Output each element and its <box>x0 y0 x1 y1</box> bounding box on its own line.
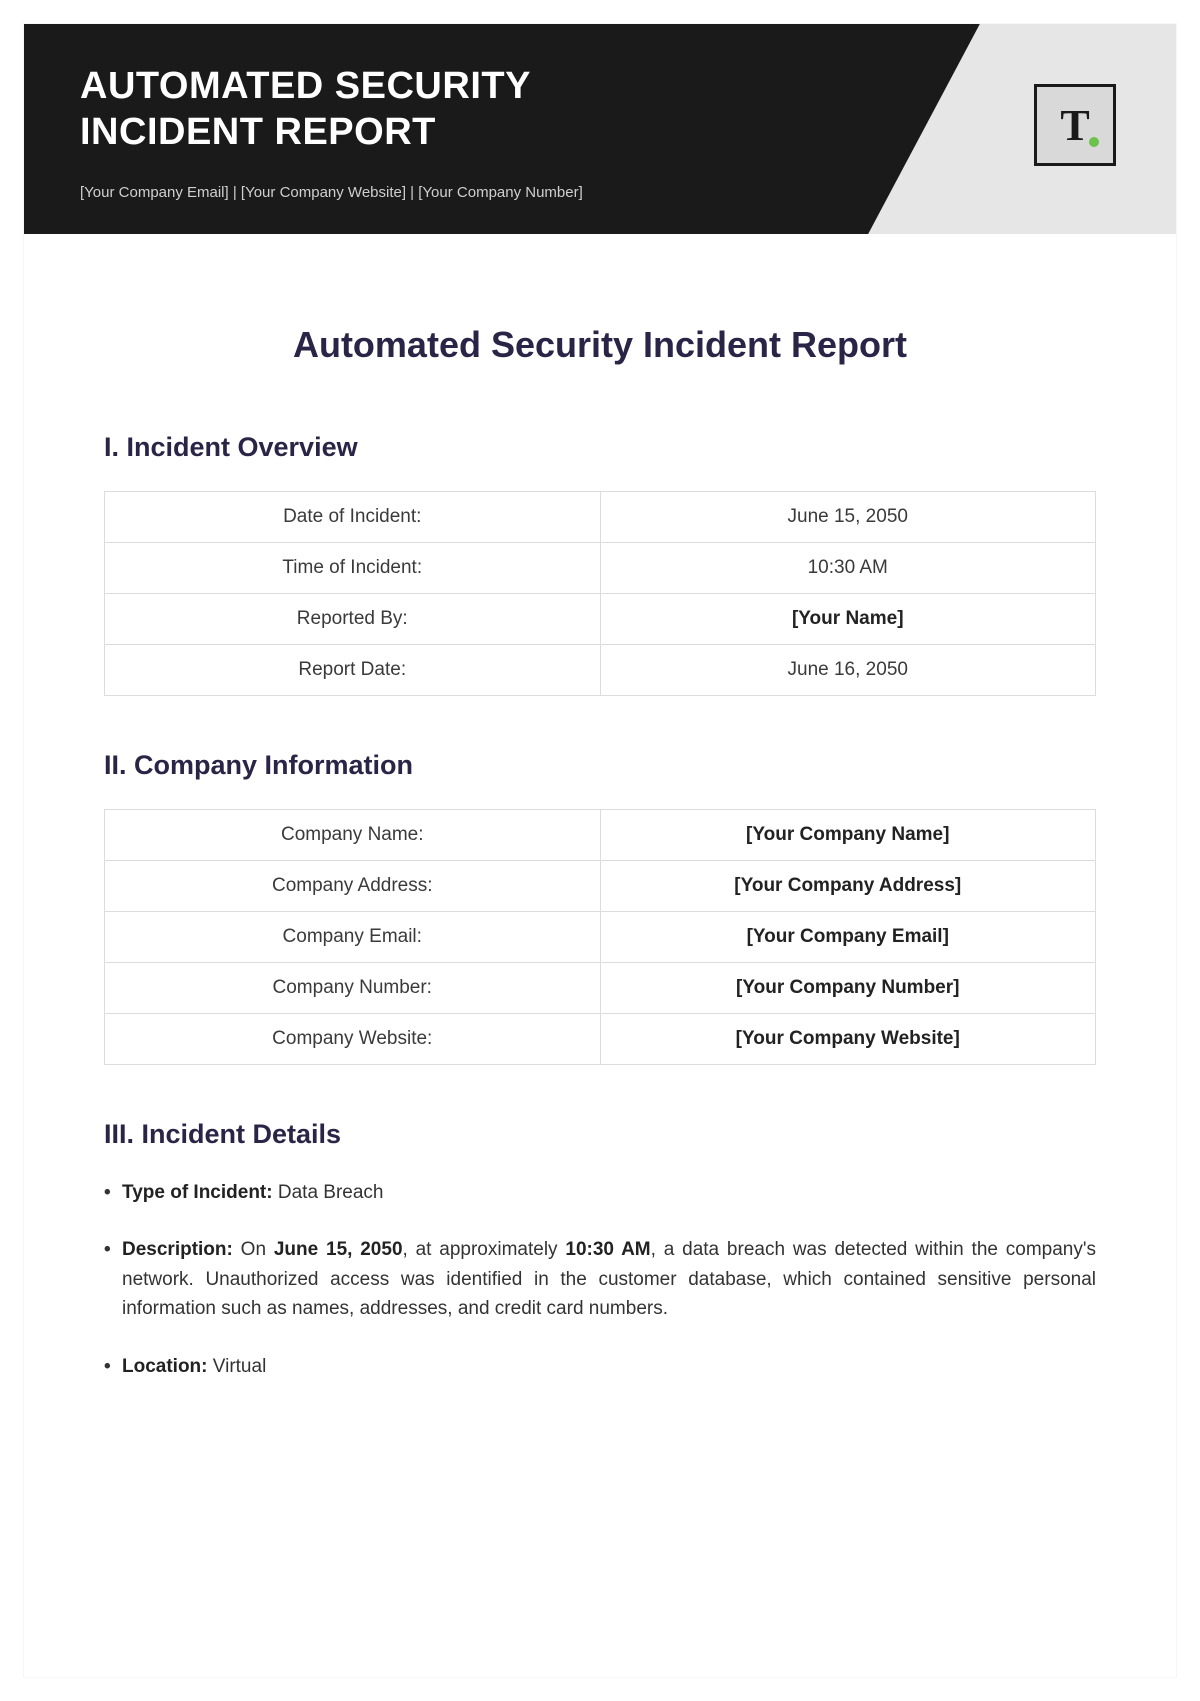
cell-label: Date of Incident: <box>105 492 601 543</box>
incident-details-list: Type of Incident: Data Breach Descriptio… <box>104 1178 1096 1381</box>
detail-desc-date: June 15, 2050 <box>274 1239 403 1260</box>
logo-dot-icon <box>1089 137 1099 147</box>
cell-label: Report Date: <box>105 645 601 696</box>
detail-type-value: Data Breach <box>273 1182 384 1203</box>
table-row: Report Date: June 16, 2050 <box>105 645 1096 696</box>
cell-label: Company Address: <box>105 861 601 912</box>
header-sub-sep2: | <box>406 184 418 201</box>
detail-type-label: Type of Incident: <box>122 1182 273 1203</box>
header-sub-website: [Your Company Website] <box>241 184 406 201</box>
detail-loc-value: Virtual <box>208 1356 267 1377</box>
table-row: Time of Incident: 10:30 AM <box>105 543 1096 594</box>
header-banner: AUTOMATED SECURITY INCIDENT REPORT [Your… <box>24 24 1176 234</box>
header-title-line1: AUTOMATED SECURITY <box>80 65 531 107</box>
cell-label: Company Name: <box>105 810 601 861</box>
detail-loc-label: Location: <box>122 1356 208 1377</box>
cell-value: June 15, 2050 <box>600 492 1096 543</box>
cell-value: [Your Company Number] <box>600 963 1096 1014</box>
detail-desc-mid1: , at approximately <box>403 1239 566 1260</box>
detail-desc-time: 10:30 AM <box>565 1239 650 1260</box>
cell-value: 10:30 AM <box>600 543 1096 594</box>
cell-label: Time of Incident: <box>105 543 601 594</box>
cell-value: [Your Company Name] <box>600 810 1096 861</box>
logo-badge: T <box>1034 84 1116 166</box>
list-item: Location: Virtual <box>104 1352 1096 1381</box>
logo-letter: T <box>1060 100 1089 151</box>
document-title: Automated Security Incident Report <box>104 324 1096 366</box>
section-heading-details: III. Incident Details <box>104 1119 1096 1150</box>
section-heading-overview: I. Incident Overview <box>104 432 1096 463</box>
detail-desc-label: Description: <box>122 1239 233 1260</box>
table-row: Company Number: [Your Company Number] <box>105 963 1096 1014</box>
table-row: Company Email: [Your Company Email] <box>105 912 1096 963</box>
detail-desc-pre: On <box>233 1239 274 1260</box>
cell-value: June 16, 2050 <box>600 645 1096 696</box>
header-title: AUTOMATED SECURITY INCIDENT REPORT <box>80 64 531 155</box>
header-sub-sep1: | <box>229 184 241 201</box>
section-heading-company: II. Company Information <box>104 750 1096 781</box>
document-page: AUTOMATED SECURITY INCIDENT REPORT [Your… <box>24 24 1176 1677</box>
cell-label: Company Email: <box>105 912 601 963</box>
cell-value: [Your Name] <box>600 594 1096 645</box>
cell-label: Reported By: <box>105 594 601 645</box>
header-sub-email: [Your Company Email] <box>80 184 229 201</box>
list-item: Type of Incident: Data Breach <box>104 1178 1096 1207</box>
cell-value: [Your Company Email] <box>600 912 1096 963</box>
cell-label: Company Number: <box>105 963 601 1014</box>
header-sub-number: [Your Company Number] <box>418 184 583 201</box>
list-item: Description: On June 15, 2050, at approx… <box>104 1235 1096 1323</box>
document-body: Automated Security Incident Report I. In… <box>24 234 1176 1381</box>
cell-value: [Your Company Website] <box>600 1014 1096 1065</box>
table-row: Reported By: [Your Name] <box>105 594 1096 645</box>
cell-label: Company Website: <box>105 1014 601 1065</box>
table-company-info: Company Name: [Your Company Name] Compan… <box>104 809 1096 1065</box>
cell-value: [Your Company Address] <box>600 861 1096 912</box>
table-row: Company Website: [Your Company Website] <box>105 1014 1096 1065</box>
table-row: Company Address: [Your Company Address] <box>105 861 1096 912</box>
table-row: Company Name: [Your Company Name] <box>105 810 1096 861</box>
table-row: Date of Incident: June 15, 2050 <box>105 492 1096 543</box>
table-incident-overview: Date of Incident: June 15, 2050 Time of … <box>104 491 1096 696</box>
header-title-line2: INCIDENT REPORT <box>80 111 436 153</box>
header-subline: [Your Company Email] | [Your Company Web… <box>80 184 583 201</box>
